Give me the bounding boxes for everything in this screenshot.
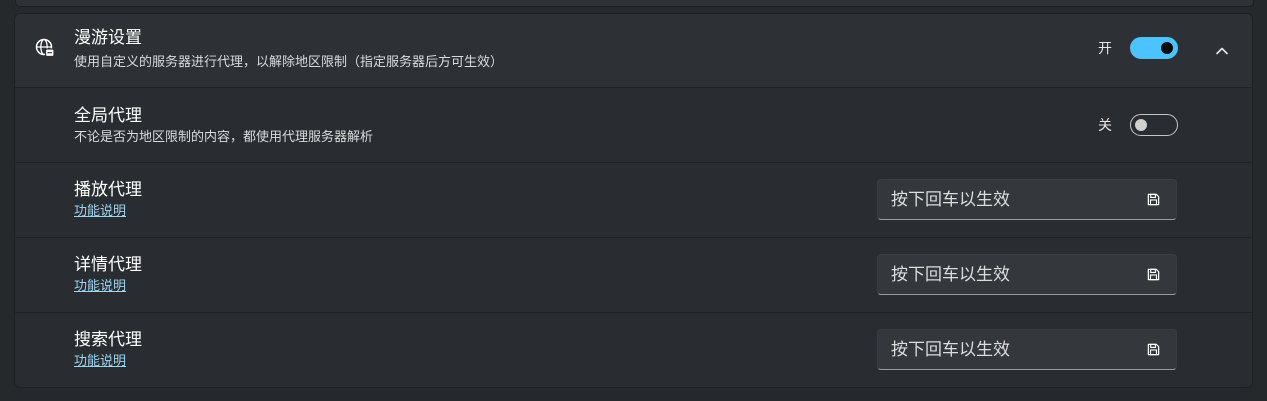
roaming-settings-header[interactable]: 漫游设置 使用自定义的服务器进行代理，以解除地区限制（指定服务器后方可生效） 开 — [15, 14, 1252, 88]
play-proxy-input[interactable] — [878, 180, 1128, 219]
search-proxy-row: 搜索代理 功能说明 — [15, 313, 1252, 387]
play-proxy-help-link[interactable]: 功能说明 — [74, 203, 126, 221]
search-proxy-textbox[interactable] — [877, 329, 1177, 370]
search-proxy-title: 搜索代理 — [74, 330, 142, 350]
global-proxy-description: 不论是否为地区限制的内容，都使用代理服务器解析 — [74, 130, 374, 145]
global-proxy-toggle-label: 关 — [1098, 118, 1112, 134]
play-proxy-textbox[interactable] — [877, 179, 1177, 220]
toggle-knob — [1161, 42, 1173, 54]
save-icon[interactable] — [1146, 342, 1161, 357]
global-proxy-title: 全局代理 — [74, 106, 142, 126]
detail-proxy-row: 详情代理 功能说明 — [15, 238, 1252, 313]
chevron-up-icon[interactable] — [1213, 42, 1231, 60]
save-icon[interactable] — [1146, 192, 1161, 207]
settings-page: { "roaming": { "title": "漫游设置", "descrip… — [0, 0, 1267, 401]
search-proxy-help-link[interactable]: 功能说明 — [74, 353, 126, 371]
previous-card-edge — [15, 0, 1254, 7]
roaming-settings-card: 漫游设置 使用自定义的服务器进行代理，以解除地区限制（指定服务器后方可生效） 开… — [14, 13, 1253, 388]
save-icon[interactable] — [1146, 267, 1161, 282]
detail-proxy-title: 详情代理 — [74, 255, 142, 275]
roaming-settings-title: 漫游设置 — [74, 28, 142, 48]
globe-icon — [35, 38, 55, 58]
toggle-knob — [1135, 119, 1147, 131]
roaming-settings-description: 使用自定义的服务器进行代理，以解除地区限制（指定服务器后方可生效） — [74, 55, 504, 70]
global-proxy-toggle[interactable] — [1130, 114, 1178, 136]
play-proxy-row: 播放代理 功能说明 — [15, 163, 1252, 238]
search-proxy-input[interactable] — [878, 330, 1128, 369]
detail-proxy-textbox[interactable] — [877, 254, 1177, 295]
roaming-toggle[interactable] — [1130, 37, 1178, 59]
global-proxy-row: 全局代理 不论是否为地区限制的内容，都使用代理服务器解析 关 — [15, 88, 1252, 163]
roaming-toggle-label: 开 — [1098, 41, 1112, 57]
play-proxy-title: 播放代理 — [74, 180, 142, 200]
detail-proxy-help-link[interactable]: 功能说明 — [74, 278, 126, 296]
detail-proxy-input[interactable] — [878, 255, 1128, 294]
